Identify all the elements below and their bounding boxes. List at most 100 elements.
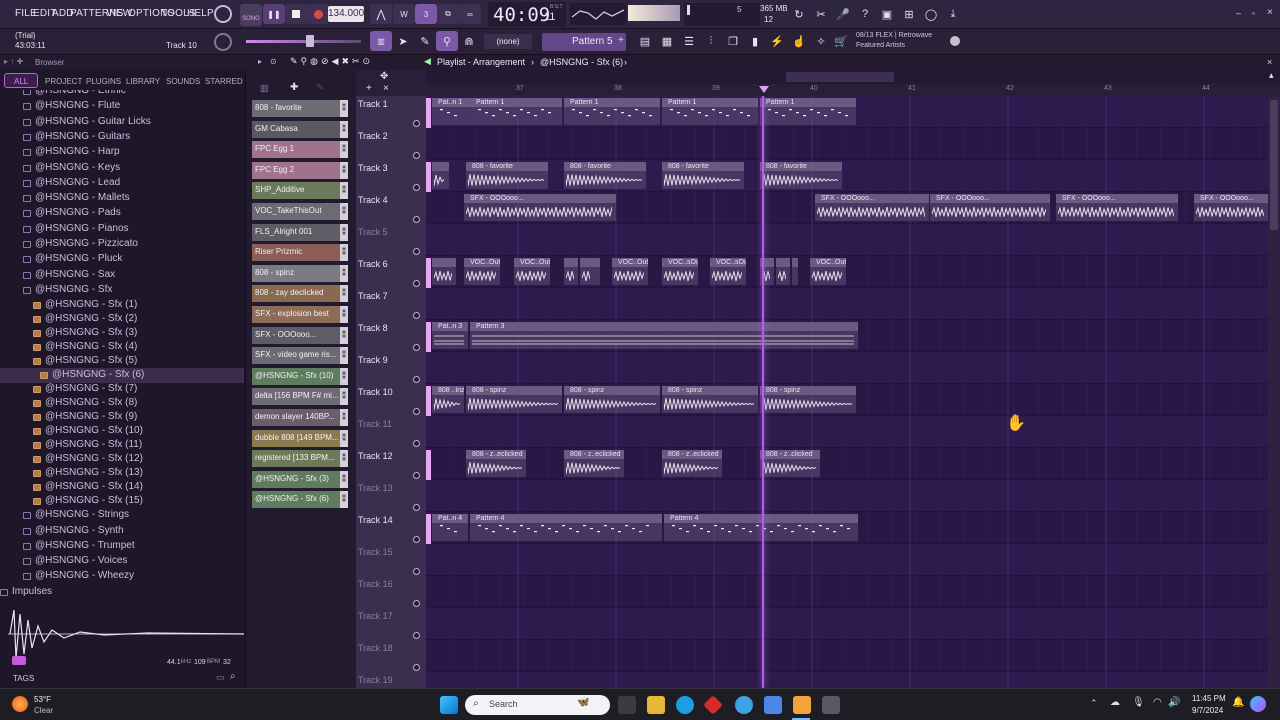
playlist-clip[interactable]: SFX - OOOooo...	[464, 194, 616, 221]
browser-file[interactable]: @HSNGNG - Sfx (3)	[0, 326, 244, 341]
playhead[interactable]	[762, 96, 764, 688]
track-name[interactable]: Track 10	[358, 387, 393, 397]
channel-button[interactable]: SHP_Additive	[252, 182, 340, 200]
countdown-button[interactable]: 3	[415, 4, 437, 24]
track-mute-led[interactable]	[413, 280, 420, 287]
playlist-clip[interactable]: 808 ..inz	[432, 386, 464, 413]
channel-button[interactable]: SFX - video game ris...	[252, 347, 340, 365]
track-mute-led[interactable]	[413, 408, 420, 415]
scroll-up-icon[interactable]: ▴	[1269, 70, 1274, 81]
playlist-clip[interactable]: SFX - OOOooo...	[815, 194, 929, 221]
playlist-clip[interactable]: VOC..sOut	[710, 258, 746, 285]
playlist-clip[interactable]: 808 - spinz	[662, 386, 758, 413]
channel-select-icon[interactable]: ⁑	[340, 285, 348, 303]
track-name[interactable]: Track 18	[358, 643, 393, 653]
metronome-button[interactable]: ⋀	[370, 4, 392, 24]
export-button[interactable]: ⊞	[898, 4, 920, 24]
tab-sounds[interactable]: SOUNDS	[166, 77, 200, 86]
playlist-clip[interactable]: Pattern 1	[760, 98, 856, 125]
download-button[interactable]: ⤓	[942, 4, 964, 24]
track-mute-led[interactable]	[413, 664, 420, 671]
browser-folder[interactable]: @HSNGNG - Mallets	[0, 191, 244, 206]
playlist-clip[interactable]: Pat..n 1	[432, 98, 470, 125]
channel-select-icon[interactable]: ⁑	[340, 388, 348, 406]
channel-button[interactable]: GM Cabasa	[252, 120, 340, 138]
channel-button[interactable]: registered [133 BPM...	[252, 450, 340, 468]
browser-file[interactable]: @HSNGNG - Sfx (10)	[0, 424, 244, 439]
playlist-button[interactable]: ▤	[634, 31, 656, 51]
browser-file[interactable]: @HSNGNG - Sfx (4)	[0, 340, 244, 355]
track-name[interactable]: Track 7	[358, 291, 388, 301]
browser-folder[interactable]: @HSNGNG - Pluck	[0, 252, 244, 267]
playlist-clip[interactable]: 808 - spinz	[760, 386, 856, 413]
playlist-clip[interactable]: VOC..Out	[464, 258, 500, 285]
channel-button[interactable]: 808 - favorite	[252, 100, 340, 117]
fl-studio-icon[interactable]	[793, 696, 811, 714]
clock-time[interactable]: 11:45 PM	[1192, 694, 1226, 703]
channel-rack-button[interactable]: ☰	[678, 31, 700, 51]
channel-button[interactable]: @HSNGNG - Sfx (3)	[252, 470, 340, 488]
channel-select-icon[interactable]: ⁑	[340, 347, 348, 365]
play-pattern-icon[interactable]: ◀	[424, 56, 431, 67]
tempo-display[interactable]: 134.000	[328, 6, 364, 22]
channel-button[interactable]: 808 - spinz	[252, 264, 340, 282]
browser-folder[interactable]: @HSNGNG - Harp	[0, 145, 244, 160]
main-volume-slider[interactable]	[246, 40, 361, 43]
browser-file[interactable]: @HSNGNG - Sfx (7)	[0, 382, 244, 397]
track-name[interactable]: Track 1	[358, 99, 388, 109]
time-display[interactable]: 40:09 11 B:S:T	[488, 2, 566, 27]
browser-file[interactable]: @HSNGNG - Sfx (8)	[0, 396, 244, 411]
track-name[interactable]: Track 8	[358, 323, 388, 333]
file-explorer-icon[interactable]	[647, 696, 665, 714]
playlist-clip[interactable]	[580, 258, 594, 285]
browser-file[interactable]: @HSNGNG - Sfx (2)	[0, 312, 244, 327]
learn-button[interactable]: ✧	[810, 31, 832, 51]
browser-folder[interactable]: @HSNGNG - Guitar Licks	[0, 115, 244, 130]
track-mute-led[interactable]	[413, 376, 420, 383]
help-button[interactable]: ?	[854, 4, 876, 24]
tab-starred[interactable]: STARRED	[205, 77, 243, 86]
pitch-knob[interactable]	[214, 33, 232, 51]
channel-select-icon[interactable]: ⁑	[340, 203, 348, 220]
channel-button[interactable]: demon slayer 140BP...	[252, 409, 340, 426]
channel-select-icon[interactable]: ⁑	[340, 141, 348, 159]
playlist-tools-icon[interactable]: ✎⚲◍⊘◀✖✂⊙	[290, 56, 373, 67]
playlist-clip[interactable]: 808 - favorite	[662, 162, 744, 189]
mic-button[interactable]: 🎤	[832, 4, 854, 24]
plugin-picker-button[interactable]: ⚡	[766, 31, 788, 51]
channel-select-icon[interactable]: ⁑	[340, 182, 348, 200]
clock-date[interactable]: 9/7/2024	[1192, 706, 1223, 715]
playlist-clip[interactable]: 808 - spinz	[466, 386, 562, 413]
channel-button[interactable]: delta [156 BPM F# mi...	[252, 388, 340, 406]
playlist-clip[interactable]: 808 - z..eclicked	[564, 450, 624, 477]
wifi-icon[interactable]: ◠	[1153, 697, 1162, 708]
tab-plugins[interactable]: PLUGINS	[86, 77, 121, 86]
mic-tray-icon[interactable]: 🎙	[1132, 697, 1145, 708]
news-line1[interactable]: 08/13 FLEX | Retrowave	[856, 32, 932, 39]
tools-button[interactable]: ✂	[810, 4, 832, 24]
browser-folder[interactable]: Impulses	[0, 585, 244, 598]
plugin-button[interactable]: ▮	[744, 31, 766, 51]
playlist-clip[interactable]: SFX - OOOooo...	[1194, 194, 1268, 221]
task-view-icon[interactable]	[618, 696, 636, 714]
browser-file[interactable]: @HSNGNG - Sfx (6)	[0, 368, 244, 384]
playlist-clip[interactable]: Pattern 4	[664, 514, 858, 541]
track-name[interactable]: Track 14	[358, 515, 393, 525]
browser-folder[interactable]: @HSNGNG - Pads	[0, 206, 244, 221]
playlist-clip[interactable]: SFX - OOOooo...	[1056, 194, 1178, 221]
track-mute-led[interactable]	[413, 536, 420, 543]
news-line2[interactable]: Featured Artists	[856, 42, 905, 49]
track-name[interactable]: Track 6	[358, 259, 388, 269]
browser-nav-icon[interactable]: ▸ ↑ ✚	[4, 57, 23, 66]
playlist-clip[interactable]: 808 - spinz	[564, 386, 660, 413]
search-icon[interactable]: ⌕	[230, 671, 236, 682]
pattern-selector[interactable]: Pattern 5 +	[542, 33, 626, 51]
chrome-icon[interactable]	[735, 696, 753, 714]
folder-icon[interactable]: ▭	[216, 672, 225, 683]
minimize-icon[interactable]: –	[1236, 8, 1241, 18]
playlist-clip[interactable]: Pattern 1	[564, 98, 660, 125]
browser-folder[interactable]: @HSNGNG - Flute	[0, 99, 244, 114]
browser-folder[interactable]: @HSNGNG - Guitars	[0, 130, 244, 145]
notification-icon[interactable]: 🔔	[1232, 697, 1244, 708]
wait-input-button[interactable]: W	[393, 4, 415, 24]
